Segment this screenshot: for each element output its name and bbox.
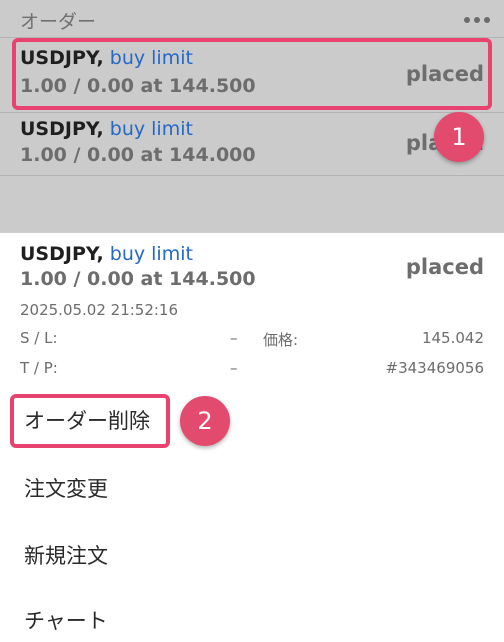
- new-order-button[interactable]: 新規注文: [24, 540, 108, 570]
- order-detail-header: USDJPY, buy limit 1.00 / 0.00 at 144.500…: [0, 233, 504, 301]
- highlight-box-delete: [10, 394, 170, 448]
- chart-button[interactable]: チャート: [24, 605, 108, 635]
- order-title: USDJPY, buy limit: [20, 118, 193, 140]
- app-header: オーダー: [0, 0, 504, 38]
- order-type: buy limit: [109, 118, 193, 140]
- price-value: 145.042: [421, 329, 484, 347]
- detail-status: placed: [405, 255, 484, 279]
- more-dots-icon[interactable]: [464, 17, 490, 23]
- step-badge-1: 1: [434, 112, 484, 162]
- tp-label: T / P:: [20, 359, 58, 377]
- dimmed-order-list: オーダー USDJPY, buy limit 1.00 / 0.00 at 14…: [0, 0, 504, 233]
- ticket-number: #343469056: [385, 359, 484, 377]
- divider: [0, 175, 504, 176]
- detail-volume-price: 1.00 / 0.00 at 144.500: [20, 268, 256, 290]
- highlight-box-order-1: [12, 38, 492, 110]
- order-row-2[interactable]: USDJPY, buy limit 1.00 / 0.00 at 144.000…: [0, 113, 504, 175]
- order-volume-price: 1.00 / 0.00 at 144.000: [20, 144, 256, 166]
- sl-label: S / L:: [20, 329, 58, 347]
- detail-symbol: USDJPY,: [20, 243, 104, 265]
- sl-value: –: [230, 329, 238, 347]
- order-time: 2025.05.02 21:52:16: [20, 301, 179, 319]
- step-badge-2: 2: [180, 396, 230, 446]
- price-label: 価格:: [263, 331, 299, 349]
- detail-title: USDJPY, buy limit: [20, 243, 193, 265]
- page-title: オーダー: [20, 11, 97, 33]
- detail-type: buy limit: [109, 243, 193, 265]
- tp-value: –: [230, 359, 238, 377]
- modify-order-button[interactable]: 注文変更: [24, 473, 108, 503]
- order-symbol: USDJPY,: [20, 118, 104, 140]
